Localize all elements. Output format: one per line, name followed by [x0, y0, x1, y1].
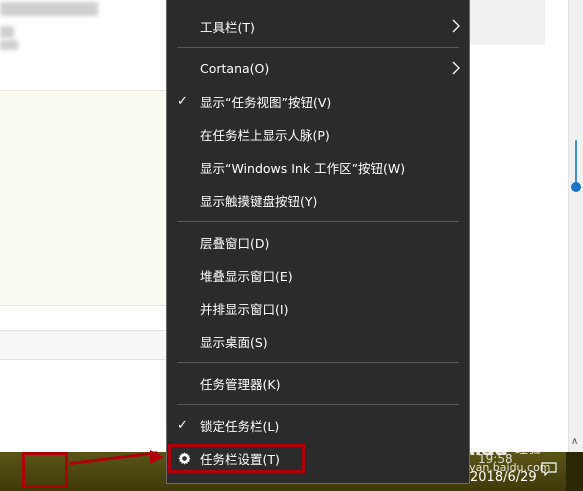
menu-item-label: 任务栏设置(T) — [200, 451, 280, 467]
show-desktop-strip[interactable] — [566, 452, 583, 491]
menu-item-show-people[interactable]: 在任务栏上显示人脉(P) — [167, 119, 469, 149]
menu-item-taskbar-settings[interactable]: 任务栏设置(T) — [167, 443, 469, 473]
menu-item-cascade-windows[interactable]: 层叠窗口(D) — [167, 227, 469, 257]
menu-item-show-desktop[interactable]: 显示桌面(S) — [167, 326, 469, 356]
checkmark-icon: ✓ — [177, 417, 188, 433]
menu-item-label: 并排显示窗口(I) — [200, 301, 289, 317]
menu-separator — [177, 404, 459, 405]
menu-item-toolbars[interactable]: 工具栏(T) — [167, 11, 469, 41]
blurred-text — [0, 2, 98, 16]
vertical-scrollbar[interactable] — [568, 0, 583, 452]
menu-separator — [177, 47, 459, 48]
right-area — [470, 0, 573, 452]
chevron-right-icon — [451, 61, 461, 75]
blurred-text — [0, 40, 18, 50]
menu-item-lock-taskbar[interactable]: ✓ 锁定任务栏(L) — [167, 410, 469, 440]
scroll-thumb[interactable] — [571, 182, 581, 192]
blurred-text — [0, 26, 14, 38]
menu-item-side-by-side-windows[interactable]: 并排显示窗口(I) — [167, 293, 469, 323]
menu-separator — [177, 221, 459, 222]
menu-item-task-view-button[interactable]: ✓ 显示“任务视图”按钮(V) — [167, 86, 469, 116]
menu-item-label: 在任务栏上显示人脉(P) — [200, 127, 330, 143]
menu-item-windows-ink-button[interactable]: 显示“Windows Ink 工作区”按钮(W) — [167, 152, 469, 182]
menu-item-cortana[interactable]: Cortana(O) — [167, 53, 469, 83]
menu-item-label: Cortana(O) — [200, 60, 270, 76]
gear-icon — [178, 451, 191, 465]
action-center-icon[interactable] — [541, 461, 557, 477]
menu-item-label: 显示触摸键盘按钮(Y) — [200, 193, 318, 209]
menu-item-label: 工具栏(T) — [200, 19, 255, 35]
scroll-up-caret-icon[interactable]: ∧ — [571, 436, 578, 447]
checkmark-icon: ✓ — [177, 93, 188, 109]
menu-item-label: 任务管理器(K) — [200, 376, 281, 392]
menu-item-stack-windows[interactable]: 堆叠显示窗口(E) — [167, 260, 469, 290]
right-gray-box — [470, 0, 545, 45]
highlight-box-taskbar — [22, 452, 68, 488]
menu-separator — [177, 362, 459, 363]
menu-item-touch-keyboard-button[interactable]: 显示触摸键盘按钮(Y) — [167, 185, 469, 215]
content-strip — [0, 330, 166, 360]
tray-date[interactable]: 2018/6/29 — [470, 470, 537, 485]
menu-item-label: 锁定任务栏(L) — [200, 418, 280, 434]
taskbar-context-menu: 工具栏(T) Cortana(O) ✓ 显示“任务视图”按钮(V) 在任务栏上显… — [166, 0, 470, 484]
menu-item-label: 显示“任务视图”按钮(V) — [200, 94, 332, 110]
content-panel — [0, 90, 166, 306]
menu-item-label: 显示桌面(S) — [200, 334, 268, 350]
tray-time[interactable]: 19:58 — [478, 452, 513, 466]
menu-item-label: 显示“Windows Ink 工作区”按钮(W) — [200, 160, 406, 176]
menu-item-label: 层叠窗口(D) — [200, 235, 270, 251]
menu-item-task-manager[interactable]: 任务管理器(K) — [167, 368, 469, 398]
menu-item-label: 堆叠显示窗口(E) — [200, 268, 293, 284]
annotation-arrow-head-icon — [150, 450, 164, 464]
chevron-right-icon — [451, 19, 461, 33]
